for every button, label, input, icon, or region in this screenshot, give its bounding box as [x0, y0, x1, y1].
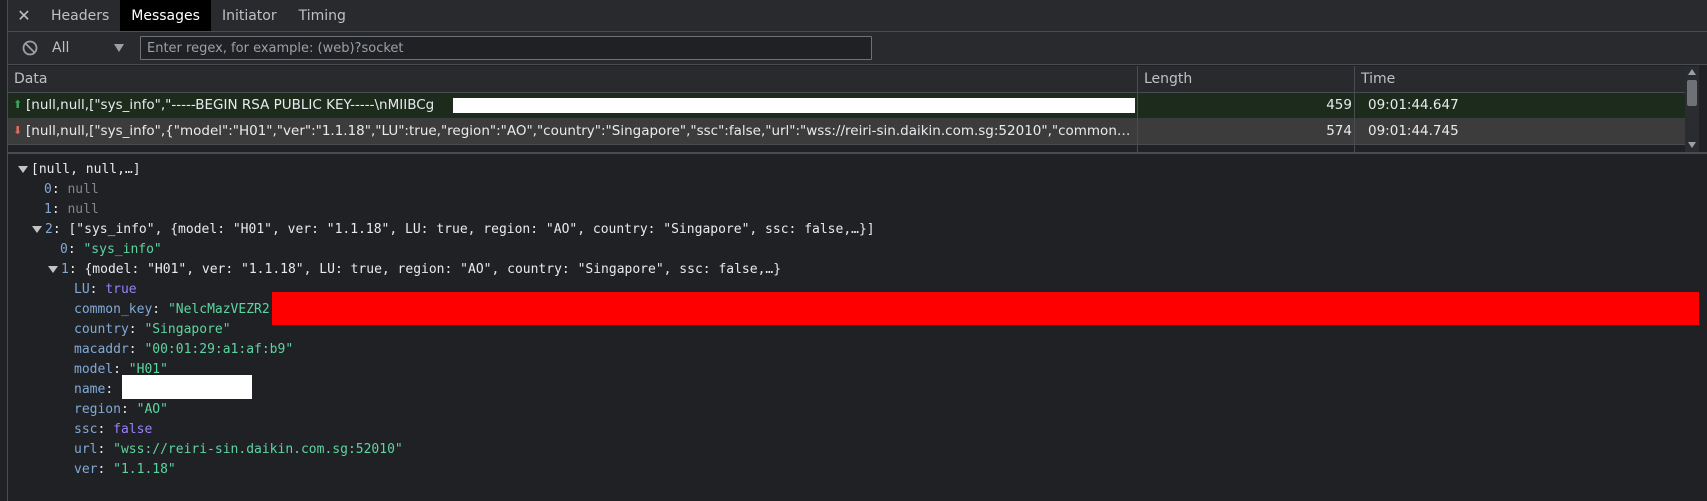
message-row-received[interactable]: ⬇ [null,null,["sys_info",{"model":"H01",… — [8, 119, 1693, 145]
message-time-cell: 09:01:44.647 — [1368, 97, 1459, 113]
messages-grid: Data Length Time ⬆ [null,null,["sys_info… — [8, 66, 1693, 152]
tree-subitem-1[interactable]: 1: {model: "H01", ver: "1.1.18", LU: tru… — [48, 260, 781, 280]
column-header-length[interactable]: Length — [1138, 66, 1192, 92]
tree-root[interactable]: [null, null,…] — [18, 160, 141, 180]
prop-lu: LU: true — [74, 282, 137, 297]
message-data-cell: [null,null,["sys_info",{"model":"H01","v… — [26, 123, 1136, 139]
redaction-box — [272, 292, 1699, 325]
tab-initiator[interactable]: Initiator — [211, 0, 288, 31]
column-header-data[interactable]: Data — [8, 66, 47, 92]
expand-triangle-icon[interactable] — [48, 266, 58, 273]
chevron-down-icon — [114, 44, 124, 52]
devtools-websocket-panel: ✕ Headers Messages Initiator Timing All … — [0, 0, 1707, 501]
clear-messages-button[interactable] — [16, 34, 44, 62]
message-length-cell: 574 — [1326, 123, 1352, 139]
expand-triangle-icon[interactable] — [18, 166, 28, 173]
expand-triangle-icon[interactable] — [32, 226, 42, 233]
tab-bar: ✕ Headers Messages Initiator Timing — [8, 0, 1707, 32]
tab-headers[interactable]: Headers — [40, 0, 120, 31]
prop-country: country: "Singapore" — [74, 322, 231, 337]
tree-item-2[interactable]: 2: ["sys_info", {model: "H01", ver: "1.1… — [32, 220, 875, 240]
column-divider[interactable] — [1137, 66, 1138, 152]
message-row-sent[interactable]: ⬆ [null,null,["sys_info","-----BEGIN RSA… — [8, 93, 1693, 119]
message-detail-tree: [null, null,…] 0: null 1: null 2: ["sys_… — [8, 160, 1707, 501]
arrow-down-icon: ⬇ — [13, 124, 23, 137]
message-type-select[interactable]: All — [52, 40, 124, 56]
column-divider[interactable] — [1354, 66, 1355, 152]
arrow-up-icon: ⬆ — [13, 98, 23, 111]
scrollbar-thumb[interactable] — [1687, 80, 1697, 106]
prop-url: url: "wss://reiri-sin.daikin.com.sg:5201… — [74, 442, 403, 457]
tree-item-1: 1: null — [44, 202, 99, 217]
redaction-box — [122, 375, 252, 399]
filter-regex-input[interactable] — [140, 36, 872, 60]
message-time-cell: 09:01:44.745 — [1368, 123, 1459, 139]
scroll-up-icon[interactable] — [1688, 69, 1696, 75]
grid-header: Data Length Time — [8, 66, 1693, 93]
filter-bar: All — [8, 32, 1707, 65]
prop-common-key: common_key: "NelcMazVEZR2 — [74, 302, 270, 317]
message-length-cell: 459 — [1326, 97, 1352, 113]
prop-ssc: ssc: false — [74, 422, 153, 437]
prop-ver: ver: "1.1.18" — [74, 462, 176, 477]
prop-name: name: — [74, 382, 114, 397]
block-icon — [22, 40, 38, 56]
tab-timing[interactable]: Timing — [288, 0, 357, 31]
tree-subitem-0: 0: "sys_info" — [60, 242, 162, 257]
grid-scrollbar[interactable] — [1685, 66, 1699, 152]
scroll-down-icon[interactable] — [1688, 142, 1696, 148]
tree-item-0: 0: null — [44, 182, 99, 197]
message-type-value: All — [52, 40, 70, 56]
prop-region: region: "AO" — [74, 402, 168, 417]
redaction-box — [453, 98, 1135, 113]
prop-macaddr: macaddr: "00:01:29:a1:af:b9" — [74, 342, 294, 357]
split-divider[interactable] — [8, 152, 1707, 154]
column-header-time[interactable]: Time — [1355, 66, 1395, 92]
tab-messages[interactable]: Messages — [120, 0, 211, 31]
close-icon[interactable]: ✕ — [8, 0, 40, 31]
